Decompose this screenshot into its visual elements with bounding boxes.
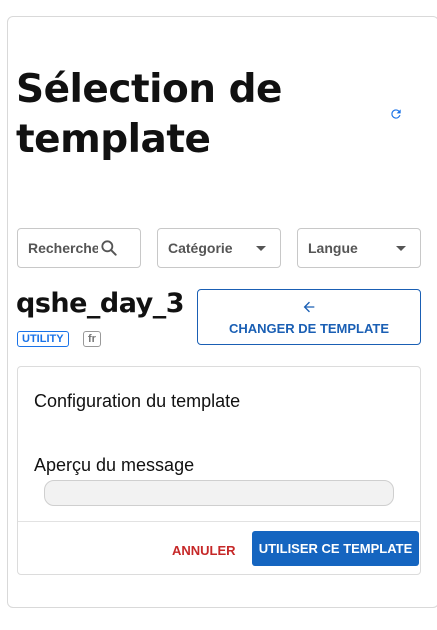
cancel-button[interactable]: ANNULER [172,543,236,558]
category-select[interactable]: Catégorie [157,228,281,268]
template-name: qshe_day_3 [16,288,185,319]
language-badge: fr [83,331,101,347]
refresh-button[interactable] [386,104,406,124]
refresh-icon[interactable] [389,107,403,121]
category-badge: UTILITY [17,331,69,347]
divider [18,521,420,522]
language-select[interactable]: Langue [297,228,421,268]
language-select-label: Langue [308,240,358,256]
page-title: Sélection de template [16,67,283,162]
change-template-label: CHANGER DE TEMPLATE [228,320,390,336]
chevron-down-icon [396,245,406,251]
search-field[interactable] [17,228,141,268]
config-title: Configuration du template [34,391,241,411]
category-select-label: Catégorie [168,240,233,256]
preview-label: Aperçu du message [34,455,195,475]
config-card: Configuration du template Aperçu du mess… [17,366,421,575]
search-input[interactable] [28,240,98,256]
change-template-button[interactable]: CHANGER DE TEMPLATE [197,289,421,345]
arrow-left-icon [303,301,315,312]
chevron-down-icon [256,245,266,251]
message-preview [44,480,394,506]
search-icon[interactable] [98,237,120,259]
use-template-button[interactable]: UTILISER CE TEMPLATE [252,531,419,566]
